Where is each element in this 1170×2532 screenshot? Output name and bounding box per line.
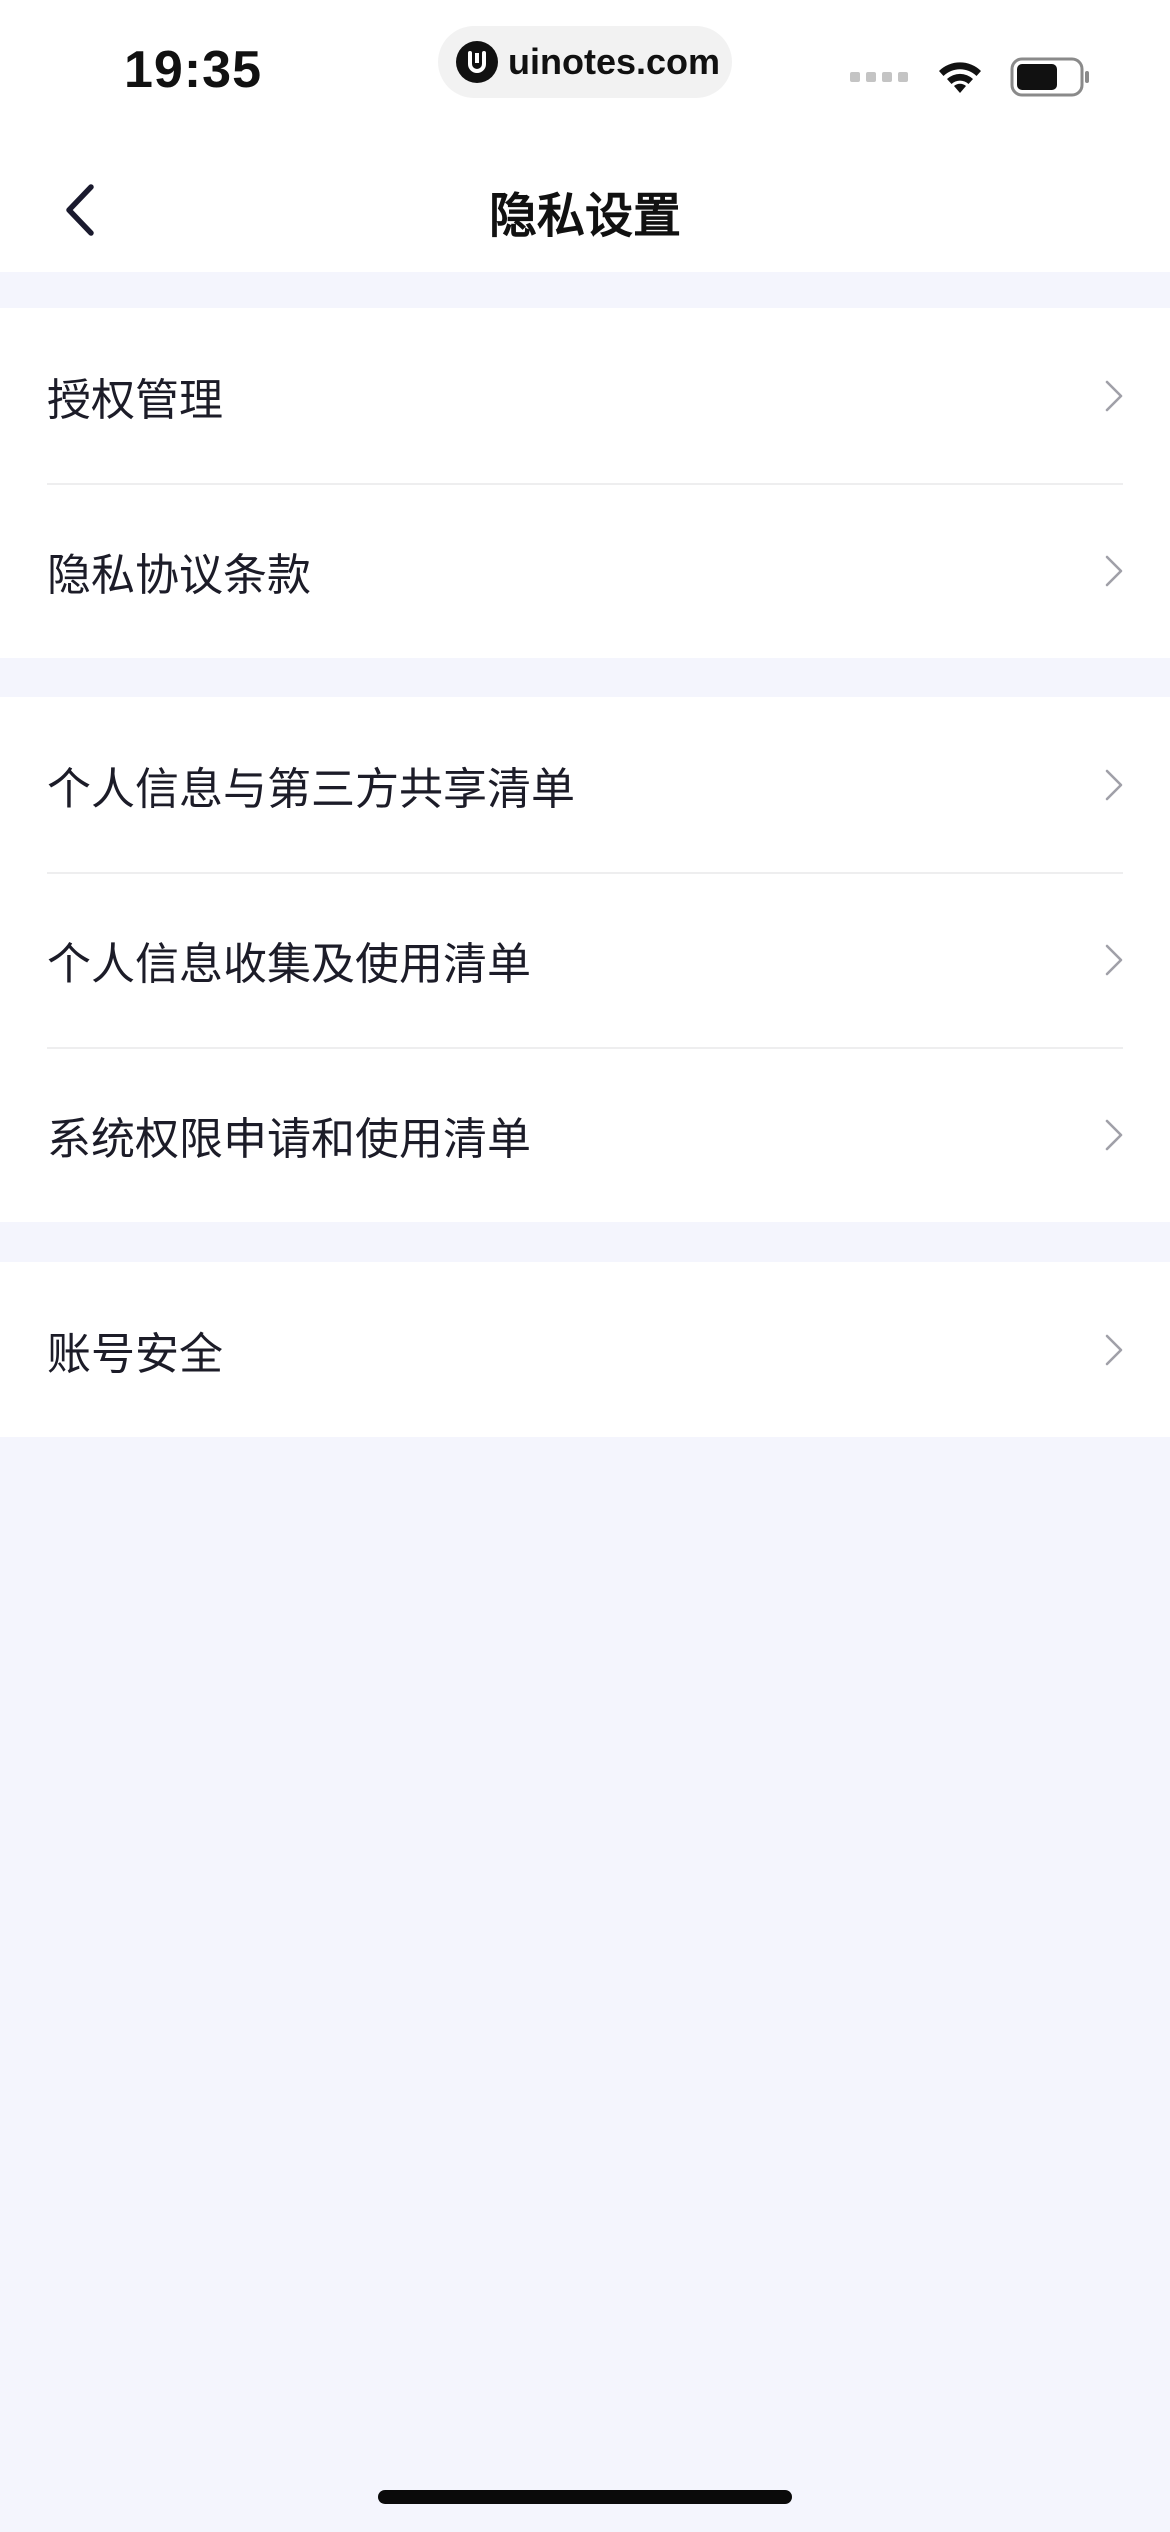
settings-group-authorization: 授权管理 隐私协议条款 [0, 308, 1170, 658]
list-item-label: 授权管理 [47, 374, 223, 426]
settings-group-account: 账号安全 [0, 1262, 1170, 1437]
home-indicator[interactable] [378, 2490, 792, 2504]
chevron-right-icon [1105, 380, 1123, 411]
cellular-signal-icon [850, 72, 908, 82]
chevron-right-icon [1105, 1119, 1123, 1150]
status-time: 19:35 [124, 41, 262, 99]
list-item-info-collection[interactable]: 个人信息收集及使用清单 [0, 872, 1170, 1047]
list-item-label: 账号安全 [47, 1328, 223, 1380]
list-item-authorization-management[interactable]: 授权管理 [0, 308, 1170, 483]
list-item-third-party-sharing[interactable]: 个人信息与第三方共享清单 [0, 697, 1170, 872]
list-item-label: 个人信息收集及使用清单 [47, 938, 531, 990]
settings-group-info-lists: 个人信息与第三方共享清单 个人信息收集及使用清单 系统权限申请和使用清单 [0, 697, 1170, 1222]
list-item-label: 系统权限申请和使用清单 [47, 1113, 531, 1165]
nav-bar: 隐私设置 [0, 140, 1170, 272]
url-text: uinotes.com [508, 41, 721, 82]
chevron-right-icon [1105, 769, 1123, 800]
list-item-system-permissions[interactable]: 系统权限申请和使用清单 [0, 1047, 1170, 1222]
status-bar: 19:35 uinotes.com [0, 0, 1170, 140]
list-item-label: 隐私协议条款 [47, 549, 311, 601]
page-title: 隐私设置 [488, 188, 681, 244]
chevron-right-icon [1105, 1334, 1123, 1365]
chevron-right-icon [1105, 944, 1123, 975]
wifi-icon [939, 62, 981, 93]
uinotes-logo-icon [456, 41, 498, 83]
chevron-right-icon [1105, 555, 1123, 586]
list-item-label: 个人信息与第三方共享清单 [47, 763, 575, 815]
battery-icon [1010, 57, 1089, 97]
list-item-account-security[interactable]: 账号安全 [0, 1262, 1170, 1437]
status-icons [850, 52, 1092, 102]
list-item-privacy-terms[interactable]: 隐私协议条款 [0, 483, 1170, 658]
url-pill[interactable]: uinotes.com [438, 26, 732, 98]
